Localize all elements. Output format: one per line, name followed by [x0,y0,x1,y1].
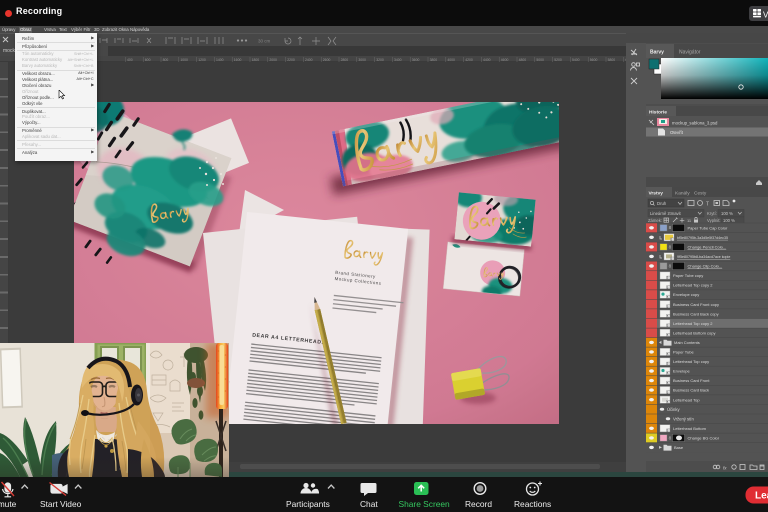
svg-text:Main Contents: Main Contents [674,340,700,345]
svg-text:Krytí:: Krytí: [707,211,717,216]
svg-text:Letterhead Top copy 2: Letterhead Top copy 2 [673,283,713,288]
svg-text:T: T [706,201,709,207]
svg-text:Leave: Leave [755,491,768,502]
svg-text:Business Card Back copy: Business Card Back copy [673,311,719,316]
svg-text:Letterhead Top copy 2: Letterhead Top copy 2 [673,321,713,326]
svg-text:Business Card Front copy: Business Card Front copy [673,302,719,307]
svg-text:Navigátor: Navigátor [679,50,701,56]
svg-text:Druh: Druh [657,201,667,206]
svg-text:Vyplnit:: Vyplnit: [707,218,721,223]
svg-text:100 %: 100 % [723,218,735,223]
svg-text:Change Clip Colo...: Change Clip Colo... [688,264,723,269]
svg-text:Lineárně ztmavit: Lineárně ztmavit [650,211,682,216]
svg-text:8: 8 [669,435,672,440]
svg-text:Letterhead Top copy: Letterhead Top copy [673,359,709,364]
svg-text:Letterhead Bottom copy: Letterhead Bottom copy [673,330,715,335]
svg-text:Paper Tube Cap Color: Paper Tube Cap Color [688,225,728,230]
svg-text:Účinky: Účinky [667,407,680,412]
svg-text:9f5e80795b8-ba34acd7ace kopie: 9f5e80795b8-ba34acd7ace kopie [677,255,730,259]
svg-text:100 %: 100 % [721,211,733,216]
svg-text:Vržený stín: Vržený stín [673,416,694,421]
svg-text:V: V [763,11,768,20]
svg-text:Reactions: Reactions [514,499,551,509]
svg-text:Envelope copy: Envelope copy [673,292,699,297]
svg-text:8: 8 [669,263,672,268]
svg-text:Paper Tube: Paper Tube [673,350,694,355]
svg-text:Historie: Historie [649,110,667,116]
svg-text:Participants: Participants [286,499,330,509]
svg-text:Cesty: Cesty [694,191,707,197]
svg-text:8: 8 [669,244,672,249]
svg-text:Otevřít: Otevřít [670,130,684,135]
svg-text:Change BG Color: Change BG Color [688,436,720,441]
svg-text:Envelope: Envelope [673,369,690,374]
svg-text:Letterhead Bottom: Letterhead Bottom [673,426,707,431]
svg-text:Paper Tube copy: Paper Tube copy [673,273,703,278]
svg-text:Start Video: Start Video [40,499,82,509]
svg-text:Change Pencil Colo...: Change Pencil Colo... [688,245,727,250]
svg-text:Base: Base [674,445,684,450]
svg-text:Share Screen: Share Screen [399,499,451,509]
svg-text:Business Card Front: Business Card Front [673,378,710,383]
svg-text:Vrstvy: Vrstvy [649,191,664,197]
svg-text:Letterhead Top: Letterhead Top [673,397,700,402]
svg-text:Chat: Chat [360,499,378,509]
svg-text:Barvy: Barvy [650,50,664,56]
svg-text:8: 8 [669,225,672,230]
svg-text:Business Card Back: Business Card Back [673,388,709,393]
svg-text:30 cm: 30 cm [258,39,271,44]
svg-text:Record: Record [465,499,492,509]
svg-text:Unmute: Unmute [0,499,17,509]
svg-text:bf5e80795b-3a3d5e5f37d4ec35: bf5e80795b-3a3d5e5f37d4ec35 [677,236,728,240]
svg-text:Zámek:: Zámek: [648,218,662,223]
svg-text:mockup_sablona_3.psd: mockup_sablona_3.psd [672,121,718,126]
svg-text:Kanály: Kanály [675,191,690,197]
